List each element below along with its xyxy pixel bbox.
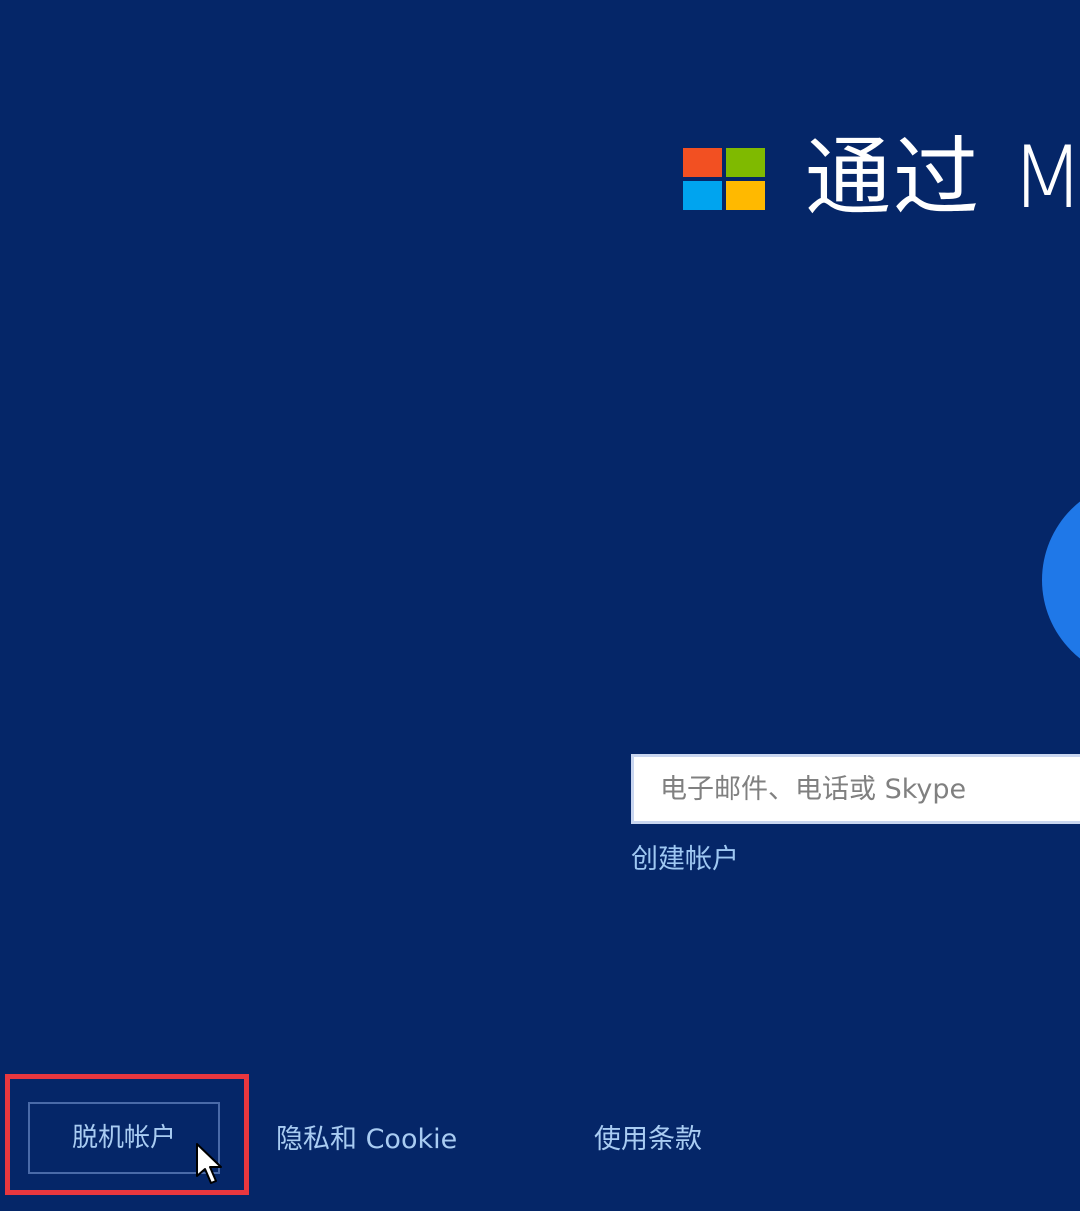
logo-green-square <box>726 148 765 177</box>
logo-yellow-square <box>726 181 765 210</box>
email-phone-skype-input[interactable] <box>631 754 1080 824</box>
microsoft-logo-icon <box>683 148 765 210</box>
logo-red-square <box>683 148 722 177</box>
terms-of-use-link[interactable]: 使用条款 <box>594 1120 702 1160</box>
privacy-cookies-link[interactable]: 隐私和 Cookie <box>276 1120 457 1160</box>
create-account-link[interactable]: 创建帐户 <box>631 842 739 878</box>
page-title: 通过 M <box>805 128 1080 228</box>
oobe-signin-screen: 通过 M 创建帐户 脱机帐户 隐私和 Cookie 使用条款 <box>0 0 1080 1211</box>
offline-account-button[interactable]: 脱机帐户 <box>28 1102 220 1174</box>
logo-blue-square <box>683 181 722 210</box>
mouse-pointer-icon <box>196 1143 222 1184</box>
avatar-circle <box>1042 480 1080 680</box>
